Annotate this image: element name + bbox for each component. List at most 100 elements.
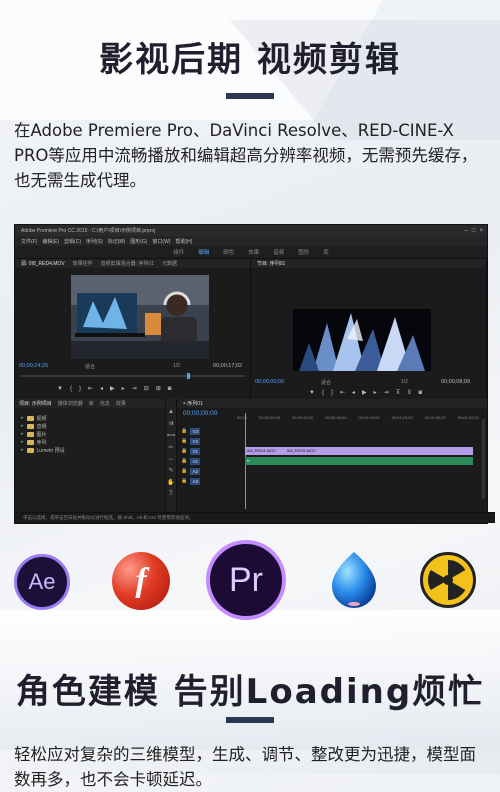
premiere-pro-window: Adobe Premiere Pro CC 2015 - C:\用户\项目\示例… (14, 224, 495, 524)
workspace-tab-assembly[interactable]: 组件 (173, 248, 184, 256)
marker-icon[interactable]: ▼ (309, 390, 315, 396)
lock-icon[interactable]: 🔒 (181, 478, 187, 485)
timeline-scrollbar[interactable] (482, 419, 485, 499)
step-back-icon[interactable]: ◂ (100, 385, 103, 392)
track-select-tool-icon[interactable]: ⇉ (168, 420, 173, 427)
tab-media-browser[interactable]: 媒体浏览器 (58, 400, 83, 407)
tab-effect-controls[interactable]: 效果控件 (73, 260, 93, 267)
ripple-edit-tool-icon[interactable]: ⟺ (167, 432, 176, 439)
tools-panel: ▲ ⇉ ⟺ ✂ ↔ ✎ ✋ T (166, 399, 177, 523)
expand-arrow-icon[interactable]: ▸ (21, 423, 24, 429)
tab-source[interactable]: 源: 0I8_RED4.MOV (21, 260, 65, 267)
go-to-in-icon[interactable]: ⇤ (88, 385, 93, 392)
project-bin-item[interactable]: ▸ 音频 (15, 422, 165, 430)
lock-icon[interactable]: 🔒 (181, 428, 187, 435)
insert-icon[interactable]: ⊟ (144, 385, 149, 392)
menu-item-edit[interactable]: 编辑(E) (42, 238, 59, 245)
menu-item-help[interactable]: 帮助(H) (175, 238, 192, 245)
step-forward-icon[interactable]: ▸ (374, 389, 377, 396)
tab-info[interactable]: 信息 (100, 400, 110, 407)
source-timecode-in[interactable]: 00;00;24;25 (19, 363, 48, 369)
timeline-clip[interactable]: 0I8_RED5.MOV (285, 447, 473, 455)
source-resolution-select[interactable]: 1/2 (173, 363, 180, 369)
mark-in-icon[interactable]: { (70, 386, 72, 392)
lift-icon[interactable]: ⊼ (396, 389, 400, 396)
go-to-out-icon[interactable]: ⇥ (132, 385, 137, 392)
program-video-frame[interactable] (293, 309, 431, 371)
mark-out-icon[interactable]: } (331, 390, 333, 396)
timeline-timecode[interactable]: 00;00;00;00 (183, 410, 217, 417)
lock-icon[interactable]: 🔒 (181, 448, 187, 455)
workspace-tab-libraries[interactable]: 库 (323, 248, 329, 256)
program-timecode-in[interactable]: 00;00;00;00 (255, 379, 284, 385)
lock-icon[interactable]: 🔒 (181, 438, 187, 445)
tab-program[interactable]: 节目: 序列01 (257, 260, 285, 267)
timeline-clip[interactable]: 0I8_RED4.MOV (245, 447, 287, 455)
workspace-tab-graphics[interactable]: 图形 (298, 248, 309, 256)
source-fit-select[interactable]: 适合 (85, 363, 95, 370)
expand-arrow-icon[interactable]: ▸ (21, 415, 24, 421)
step-back-icon[interactable]: ◂ (352, 389, 355, 396)
source-playhead[interactable] (187, 373, 190, 379)
hand-tool-icon[interactable]: ✋ (167, 479, 174, 486)
minimize-icon[interactable]: – (465, 228, 468, 234)
timeline-panel: × 序列01 00;00;00;00 00;00 00;00;16;00 00;… (177, 399, 487, 513)
program-transport-controls: ▼ { } ⇤ ◂ ▶ ▸ ⇥ ⊼ ⊻ ◙ (309, 389, 423, 397)
track-a3[interactable]: 🔒 A3 (177, 477, 473, 486)
tab-effects[interactable]: 效果 (116, 400, 126, 407)
workspace-tab-effects[interactable]: 效果 (248, 248, 259, 256)
menu-item-graphics[interactable]: 图形(G) (130, 238, 147, 245)
timeline-audio-clip[interactable]: fx (245, 457, 473, 465)
track-v3[interactable]: 🔒 V3 (177, 427, 473, 436)
project-bin-item[interactable]: ▸ Lumetri 预设 (15, 446, 165, 454)
expand-arrow-icon[interactable]: ▸ (21, 431, 24, 437)
workspace-tab-editing[interactable]: 编辑 (198, 248, 209, 256)
source-video-frame[interactable] (71, 275, 209, 359)
tab-audio-mixer[interactable]: 音频剪辑混合器: 序列01 (101, 260, 154, 267)
export-frame-icon[interactable]: ◙ (168, 386, 172, 392)
program-fit-select[interactable]: 适合 (321, 379, 331, 386)
tab-libraries[interactable]: 库 (89, 400, 94, 407)
track-a2[interactable]: 🔒 A2 (177, 467, 473, 476)
extract-icon[interactable]: ⊻ (407, 389, 411, 396)
workspace-tab-audio[interactable]: 音频 (273, 248, 284, 256)
program-resolution-select[interactable]: 1/2 (401, 379, 408, 385)
maximize-icon[interactable]: □ (472, 228, 476, 234)
tab-metadata[interactable]: 元数据 (162, 260, 177, 267)
tab-project[interactable]: 项目: 示例项目 (19, 400, 52, 407)
export-frame-icon[interactable]: ◙ (419, 390, 423, 396)
slip-tool-icon[interactable]: ↔ (168, 456, 174, 462)
menu-item-marker[interactable]: 标记(M) (108, 238, 126, 245)
go-to-in-icon[interactable]: ⇤ (340, 389, 345, 396)
lock-icon[interactable]: 🔒 (181, 458, 187, 465)
menu-item-file[interactable]: 文件(F) (21, 238, 37, 245)
mark-out-icon[interactable]: } (79, 386, 81, 392)
project-bin-item[interactable]: ▸ 序列 (15, 438, 165, 446)
selection-tool-icon[interactable]: ▲ (168, 409, 174, 415)
expand-arrow-icon[interactable]: ▸ (21, 447, 24, 453)
type-tool-icon[interactable]: T (169, 491, 173, 497)
marker-icon[interactable]: ▼ (57, 386, 63, 392)
timeline-ruler[interactable]: 00;00 00;00;16;00 00;00;32;00 00;00;48;0… (237, 415, 479, 423)
folder-icon (26, 415, 34, 421)
step-forward-icon[interactable]: ▸ (122, 385, 125, 392)
workspace-tab-color[interactable]: 颜色 (223, 248, 234, 256)
menu-item-window[interactable]: 窗口(W) (152, 238, 170, 245)
play-icon[interactable]: ▶ (110, 385, 115, 392)
project-bin-item[interactable]: ▸ 图片 (15, 430, 165, 438)
track-v2[interactable]: 🔒 V2 (177, 437, 473, 446)
play-icon[interactable]: ▶ (362, 389, 367, 396)
overwrite-icon[interactable]: ⊞ (156, 385, 161, 392)
tab-sequence[interactable]: × 序列01 (177, 399, 487, 408)
pen-tool-icon[interactable]: ✎ (168, 467, 173, 474)
source-scrub-bar[interactable] (21, 373, 245, 379)
menu-item-clip[interactable]: 剪辑(C) (64, 238, 81, 245)
close-icon[interactable]: × (479, 228, 483, 234)
project-bin-item[interactable]: ▸ 视频 (15, 414, 165, 422)
menu-item-sequence[interactable]: 序列(S) (86, 238, 103, 245)
razor-tool-icon[interactable]: ✂ (168, 444, 173, 451)
lock-icon[interactable]: 🔒 (181, 468, 187, 475)
expand-arrow-icon[interactable]: ▸ (21, 439, 24, 445)
go-to-out-icon[interactable]: ⇥ (384, 389, 389, 396)
mark-in-icon[interactable]: { (322, 390, 324, 396)
